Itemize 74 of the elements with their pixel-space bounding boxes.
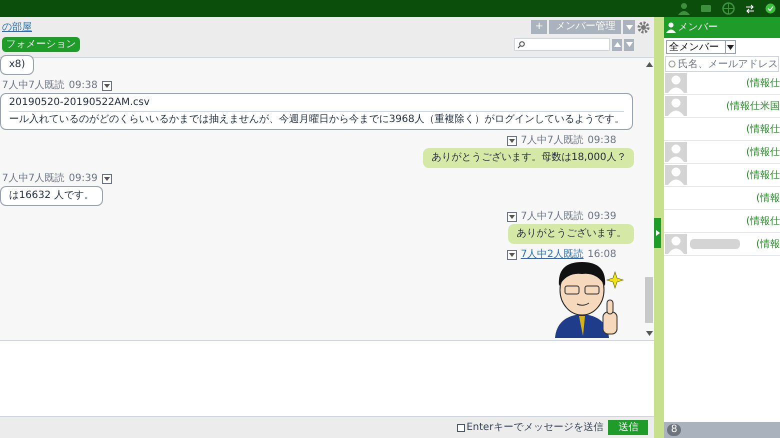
member-department: (情報仕 — [746, 122, 780, 136]
down-caret-icon[interactable] — [626, 42, 633, 47]
message-time: 09:38 — [588, 135, 616, 146]
room-tag: フォメーション — [2, 37, 80, 52]
swap-arrows-icon[interactable] — [745, 4, 755, 14]
message-bubble: ありがとうございます。 — [508, 224, 634, 244]
member-search-field[interactable]: 氏名、メールアドレス — [665, 56, 779, 72]
up-caret-icon[interactable] — [614, 42, 621, 47]
enter-send-checkbox[interactable] — [457, 424, 466, 432]
message-time: 09:39 — [588, 211, 616, 222]
message-bubble: x8) — [0, 55, 34, 75]
menu-caret-button[interactable] — [623, 20, 636, 34]
member-row[interactable]: (情報 — [664, 187, 780, 210]
scroll-up-icon[interactable] — [646, 62, 653, 67]
member-department: (情報 — [756, 238, 780, 252]
caret-icon — [104, 176, 110, 180]
member-row[interactable]: (情報仕米国 — [664, 95, 780, 118]
message-menu-button[interactable] — [102, 174, 112, 184]
read-receipt[interactable]: 7人中2人既読 — [520, 249, 584, 260]
enter-send-label: Enterキーでメッセージを送信 — [466, 421, 604, 435]
caret-icon — [508, 252, 515, 256]
globe-icon[interactable] — [722, 2, 735, 15]
check-circle-icon[interactable] — [765, 3, 776, 14]
read-receipt: 7人中7人既読 — [520, 211, 584, 222]
settings-icon[interactable] — [637, 20, 650, 34]
search-icon — [517, 40, 526, 48]
message-bubble: ありがとうございます。母数は18,000人？ — [423, 148, 634, 168]
caret-icon — [104, 84, 110, 88]
member-row[interactable]: (情報仕 — [664, 118, 780, 141]
search-icon — [668, 60, 676, 68]
caret-icon[interactable] — [626, 24, 633, 30]
panel-toggle[interactable] — [654, 218, 662, 248]
read-receipt: 7人中7人既読 — [2, 80, 65, 91]
message-menu-button[interactable] — [506, 136, 517, 146]
caret-icon — [508, 138, 515, 142]
member-department: (情報仕 — [746, 146, 780, 160]
search-up-button[interactable] — [612, 38, 622, 50]
room-title-link[interactable]: の部屋 — [2, 20, 32, 35]
member-department: (情報仕 — [746, 76, 780, 90]
send-button[interactable]: 送信 — [608, 420, 648, 435]
member-department: (情報 — [756, 192, 780, 206]
member-row[interactable]: (情報仕 — [664, 164, 780, 187]
read-receipt: 7人中7人既読 — [520, 135, 584, 146]
message-time: 09:39 — [68, 173, 98, 184]
search-down-button[interactable] — [624, 38, 634, 50]
dropdown-caret-icon[interactable] — [727, 44, 734, 50]
message-menu-button[interactable] — [102, 80, 112, 90]
member-row[interactable]: (情報仕 — [664, 141, 780, 164]
caret-icon — [508, 214, 515, 218]
member-department: (情報仕 — [746, 214, 780, 228]
member-filter-select[interactable]: 全メンバー — [666, 40, 736, 54]
message-text: ール入れているのがどのくらいいるかまでは抽えませんが、今週月曜日から今までに3968人（重複除く）がログインしているようです。 — [9, 114, 624, 126]
search-field[interactable] — [514, 38, 610, 51]
member-row[interactable]: (情報仕 — [664, 72, 780, 95]
chat-icon[interactable] — [700, 2, 712, 14]
person-icon[interactable] — [678, 2, 690, 15]
message-bubble: は16632 人です。 — [0, 186, 103, 206]
message-input[interactable] — [0, 340, 654, 416]
member-row[interactable]: (情報仕 — [664, 210, 780, 233]
member-department: (情報仕 — [746, 168, 780, 182]
name-redaction — [690, 239, 740, 249]
scroll-thumb[interactable] — [645, 277, 654, 323]
members-title: メンバー — [678, 21, 718, 35]
message-menu-button[interactable] — [506, 212, 517, 222]
read-receipt: 7人中7人既読 — [2, 173, 65, 184]
scroll-down-icon[interactable] — [646, 331, 653, 336]
member-row[interactable]: (情報 — [664, 233, 780, 256]
message-menu-button[interactable] — [506, 250, 517, 260]
member-count: 8 — [667, 424, 682, 436]
member-department: (情報仕米国 — [726, 100, 780, 114]
message-time: 16:08 — [588, 249, 616, 260]
message-time: 09:38 — [68, 80, 98, 91]
file-link[interactable]: 20190520-20190522AM.csv — [9, 97, 624, 112]
person-icon — [666, 22, 676, 33]
